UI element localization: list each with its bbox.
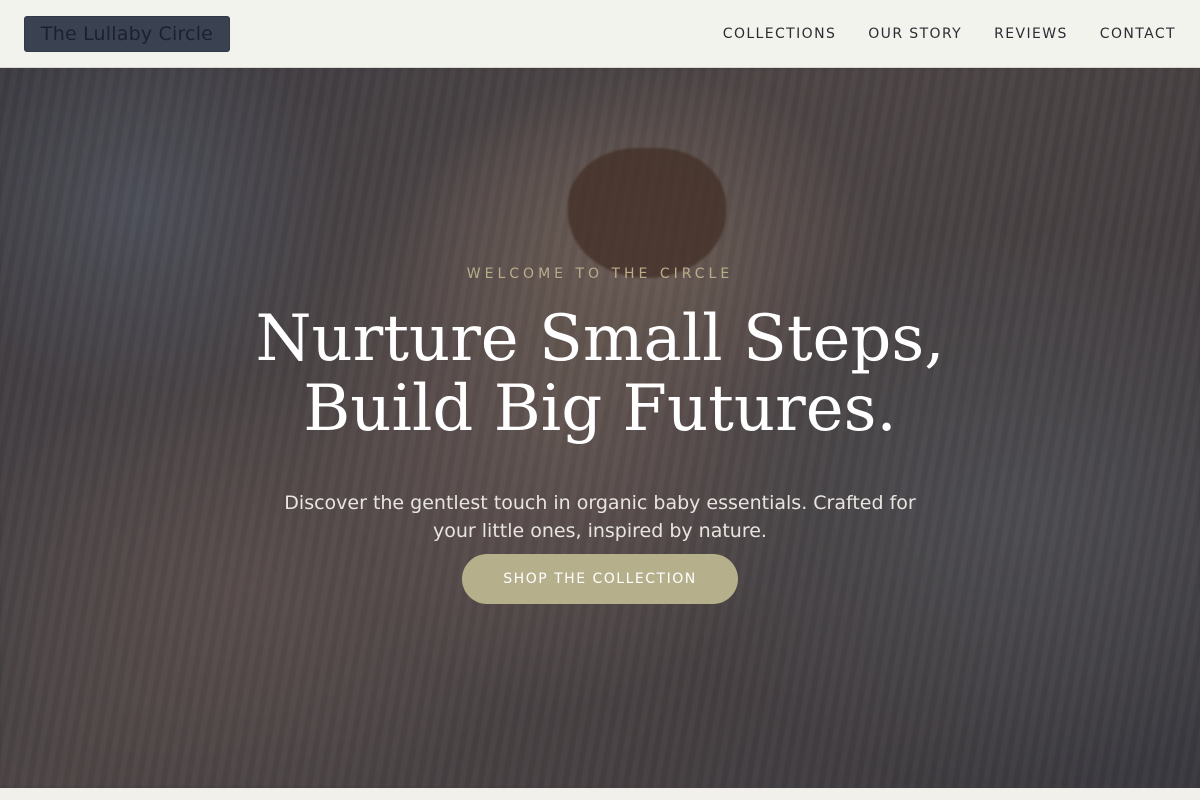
main-nav: COLLECTIONS OUR STORY REVIEWS CONTACT bbox=[723, 0, 1176, 68]
next-section-edge bbox=[0, 788, 1200, 800]
headline-line-2: Build Big Futures. bbox=[303, 372, 897, 446]
nav-contact[interactable]: CONTACT bbox=[1100, 26, 1176, 42]
hero-content: WELCOME TO THE CIRCLE Nurture Small Step… bbox=[0, 68, 1200, 788]
headline-line-1: Nurture Small Steps, bbox=[255, 302, 945, 376]
hero-eyebrow: WELCOME TO THE CIRCLE bbox=[466, 266, 734, 282]
nav-reviews[interactable]: REVIEWS bbox=[994, 26, 1068, 42]
shop-collection-button[interactable]: SHOP THE COLLECTION bbox=[462, 554, 738, 604]
hero-section: WELCOME TO THE CIRCLE Nurture Small Step… bbox=[0, 68, 1200, 788]
brand-logo[interactable]: The Lullaby Circle bbox=[24, 16, 230, 52]
nav-collections[interactable]: COLLECTIONS bbox=[723, 26, 836, 42]
hero-subtext: Discover the gentlest touch in organic b… bbox=[284, 492, 916, 542]
site-header: The Lullaby Circle COLLECTIONS OUR STORY… bbox=[0, 0, 1200, 68]
nav-our-story[interactable]: OUR STORY bbox=[868, 26, 962, 42]
hero-headline: Nurture Small Steps, Build Big Futures. bbox=[0, 304, 1200, 444]
